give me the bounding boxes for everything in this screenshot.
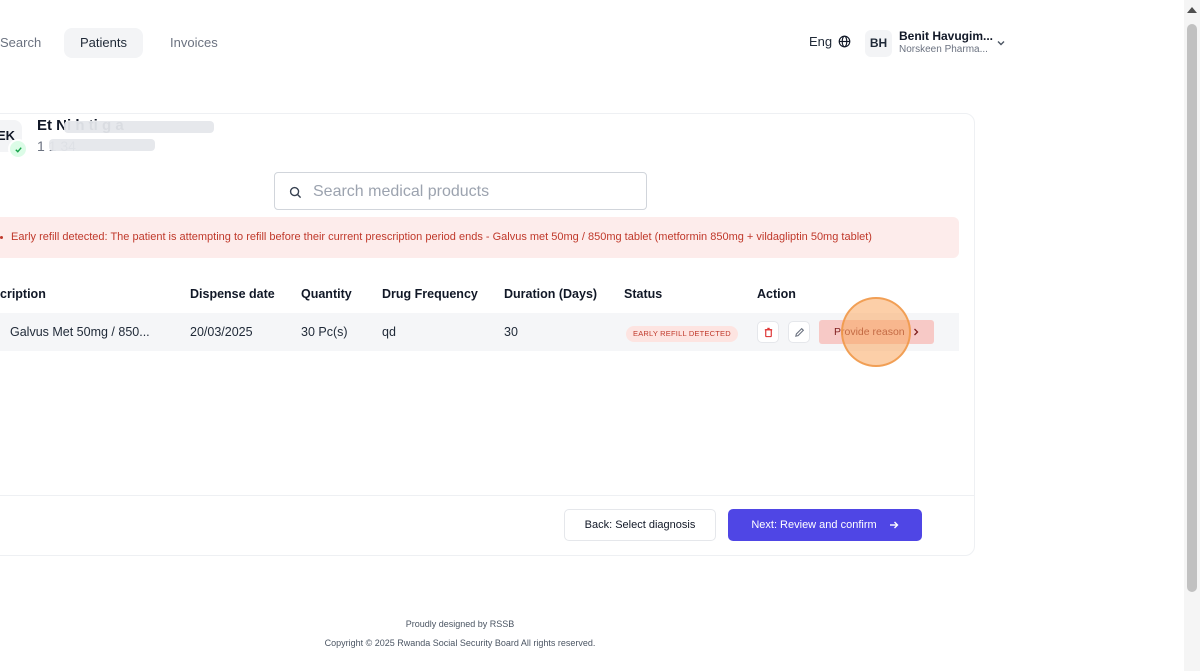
language-selector[interactable]: Eng (809, 34, 851, 49)
footer-designed-by: Proudly designed by RSSB (405, 619, 515, 629)
redaction-mask (49, 139, 155, 151)
nav-tab-invoices[interactable]: Invoices (170, 28, 218, 58)
redaction-mask (64, 121, 214, 133)
divider (0, 495, 975, 496)
user-organization: Norskeen Pharma... (899, 44, 988, 55)
column-header-dispense-date: Dispense date (190, 287, 275, 301)
scrollbar-thumb[interactable] (1187, 24, 1197, 592)
column-header-duration: Duration (Days) (504, 287, 598, 301)
language-label: Eng (809, 34, 833, 49)
status-badge: EARLY REFILL DETECTED (626, 326, 738, 342)
globe-icon (838, 35, 851, 48)
arrow-right-icon (889, 521, 899, 529)
chevron-right-icon (914, 328, 919, 336)
column-header-status: Status (624, 287, 663, 301)
delete-button[interactable] (757, 321, 779, 343)
trash-icon (764, 327, 772, 337)
nav-tab-search[interactable]: Search (0, 28, 41, 58)
search-input[interactable] (313, 179, 633, 205)
back-select-diagnosis-button[interactable]: Back: Select diagnosis (564, 509, 716, 541)
early-refill-alert: Early refill detected: The patient is at… (0, 217, 959, 258)
search-icon (289, 186, 302, 199)
cell-prescription: Galvus Met 50mg / 850... (10, 325, 150, 339)
provide-reason-label: Provide reason (834, 326, 905, 338)
pencil-icon (794, 327, 804, 337)
footer-copyright: Copyright © 2025 Rwanda Social Security … (324, 638, 596, 648)
edit-button[interactable] (788, 321, 810, 343)
verified-badge (8, 139, 28, 159)
cell-duration: 30 (504, 325, 518, 339)
next-button-label: Next: Review and confirm (751, 519, 877, 531)
cell-quantity: 30 Pc(s) (301, 325, 348, 339)
cell-frequency: qd (382, 325, 396, 339)
column-header-action: Action (757, 287, 796, 301)
column-header-prescription: cription (0, 287, 46, 301)
column-header-quantity: Quantity (301, 287, 352, 301)
medical-product-search (274, 172, 647, 210)
nav-tab-patients[interactable]: Patients (64, 28, 143, 58)
column-header-frequency: Drug Frequency (382, 287, 478, 301)
user-avatar[interactable]: BH (865, 30, 892, 57)
chevron-down-icon[interactable] (995, 37, 1007, 49)
next-review-confirm-button[interactable]: Next: Review and confirm (728, 509, 922, 541)
user-name: Benit Havugim... (899, 29, 994, 43)
check-icon (14, 146, 22, 153)
scroll-up-arrow-icon[interactable] (1185, 4, 1199, 16)
bullet-icon (0, 236, 3, 239)
cell-dispense-date: 20/03/2025 (190, 325, 253, 339)
provide-reason-button[interactable]: Provide reason (819, 320, 934, 344)
alert-message: Early refill detected: The patient is at… (11, 231, 872, 243)
top-nav: Search Patients Invoices Eng BH Benit Ha… (0, 0, 1184, 86)
